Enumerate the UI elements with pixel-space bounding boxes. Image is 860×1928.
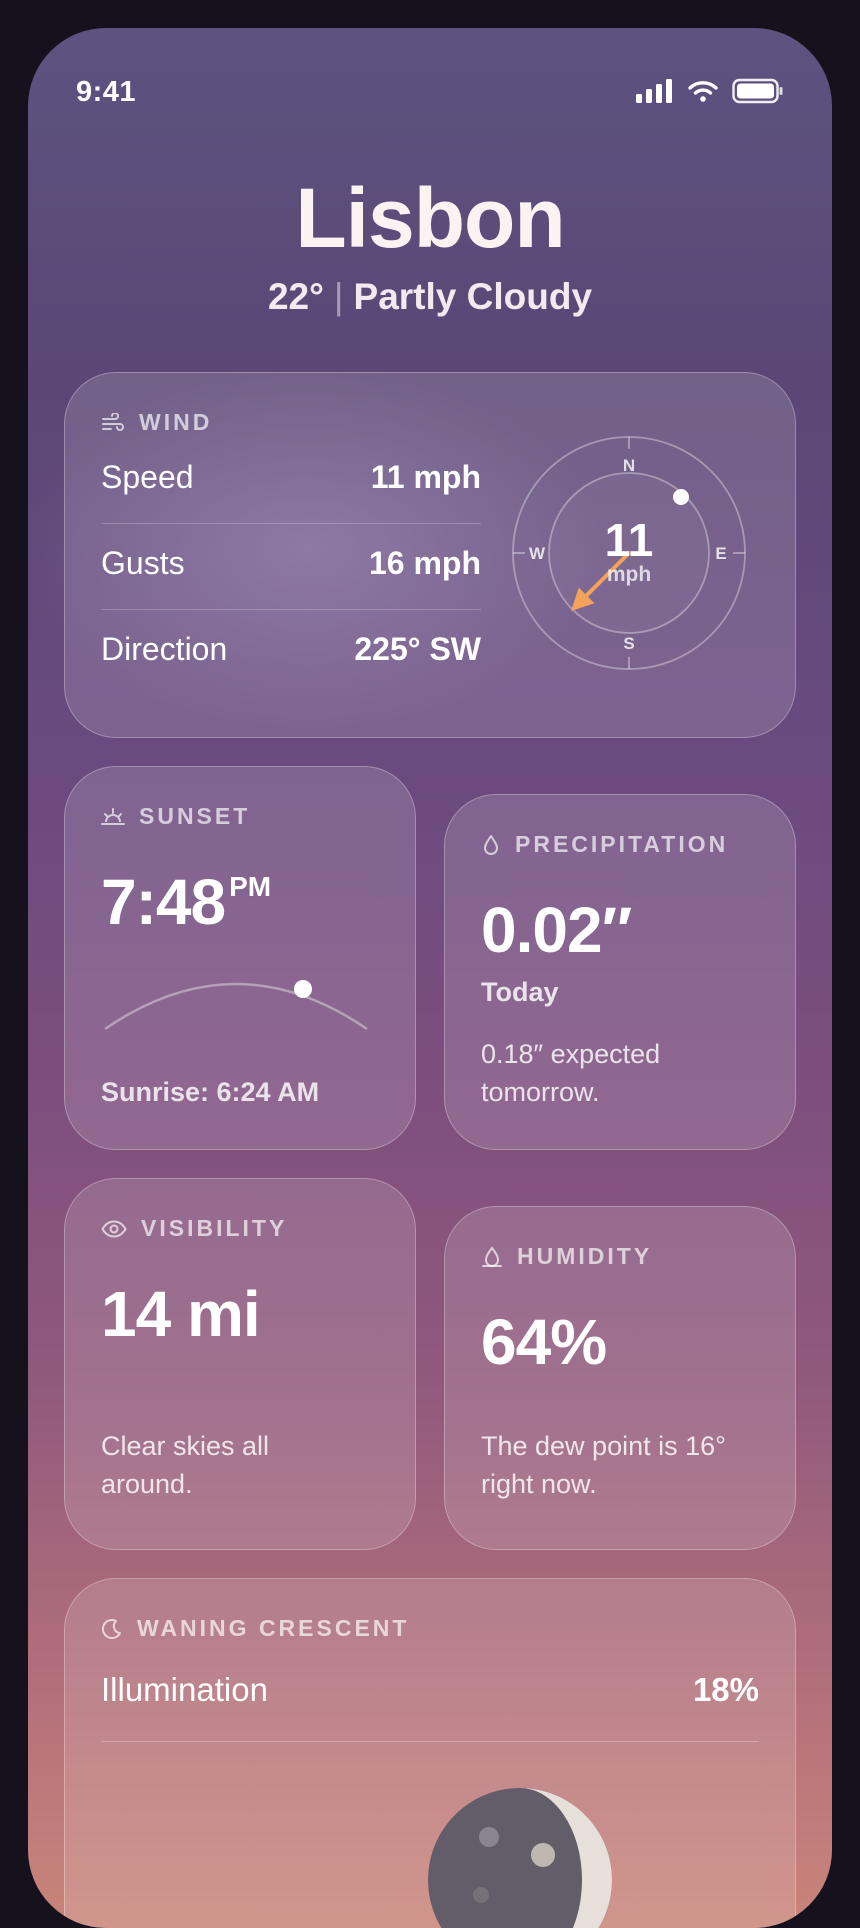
wind-direction-value: 225° SW: [354, 631, 481, 667]
humidity-card[interactable]: HUMIDITY 64% The dew point is 16° right …: [444, 1206, 796, 1550]
precipitation-card-header: PRECIPITATION: [481, 831, 728, 858]
eye-icon: [101, 1219, 127, 1238]
separator: |: [333, 276, 344, 317]
visibility-value: 14 mi: [101, 1278, 261, 1350]
status-bar: 9:41: [28, 28, 832, 148]
current-temperature: 22°: [267, 276, 324, 317]
moon-icon: [101, 1618, 121, 1639]
wind-row-gusts: Gusts 16 mph: [101, 523, 481, 610]
visibility-card[interactable]: VISIBILITY 14 mi Clear skies all around.: [64, 1178, 416, 1550]
sunset-title: SUNSET: [139, 803, 251, 829]
cellular-signal-icon: [636, 79, 672, 103]
wind-icon: [102, 412, 124, 431]
sunset-time-value: 7:48: [101, 866, 226, 938]
wind-title: WIND: [139, 409, 213, 435]
humidity-icon: [482, 1245, 502, 1267]
wifi-icon: [688, 81, 718, 102]
wind-row-direction: Direction 225° SW: [101, 609, 481, 695]
condition-text: Partly Cloudy: [353, 276, 593, 317]
compass-unit: mph: [606, 563, 652, 586]
wind-compass: N S E W 11 mph: [511, 435, 747, 671]
wind-gusts-value: 16 mph: [368, 545, 481, 581]
wind-speed-label: Speed: [101, 459, 194, 495]
humidity-value: 64%: [481, 1306, 607, 1378]
status-icons: [636, 78, 784, 104]
sunset-ampm: PM: [229, 871, 272, 902]
precipitation-title: PRECIPITATION: [515, 831, 729, 857]
wind-row-speed: Speed 11 mph: [101, 437, 481, 524]
precipitation-card[interactable]: PRECIPITATION 0.02″ Today 0.18″ expected…: [444, 794, 796, 1150]
sunset-card[interactable]: SUNSET 7:48 PM Sunrise: 6:24 AM: [64, 766, 416, 1150]
sun-path-arc: [104, 980, 368, 1031]
phone-screen: 9:41 Lisbon 22° | Partly Cloudy WIND Spe…: [28, 28, 832, 1928]
wind-gusts-label: Gusts: [101, 545, 185, 581]
wind-direction-label: Direction: [101, 631, 228, 667]
illumination-row: Illumination 18%: [101, 1651, 759, 1742]
sunset-time: 7:48 PM: [101, 865, 271, 939]
humidity-note: The dew point is 16° right now.: [481, 1431, 726, 1499]
compass-speed: 11: [604, 514, 654, 566]
compass-n: N: [623, 456, 635, 475]
sun-position-dot: [294, 980, 312, 998]
compass-s: S: [623, 634, 634, 653]
moon-card-header: WANING CRESCENT: [101, 1615, 409, 1642]
sunset-card-header: SUNSET: [101, 803, 250, 830]
moon-phase-graphic: [428, 1788, 612, 1928]
precipitation-forecast: 0.18″ expected tomorrow.: [481, 1039, 661, 1107]
precipitation-period: Today: [481, 977, 559, 1007]
visibility-note: Clear skies all around.: [101, 1431, 270, 1499]
humidity-title: HUMIDITY: [517, 1243, 653, 1269]
status-time: 9:41: [76, 76, 137, 108]
current-conditions: 22° | Partly Cloudy: [28, 276, 832, 318]
visibility-card-header: VISIBILITY: [101, 1215, 287, 1242]
humidity-card-header: HUMIDITY: [481, 1243, 652, 1270]
wind-card[interactable]: WIND Speed 11 mph Gusts 16 mph Direction…: [64, 372, 796, 738]
raindrop-icon: [484, 834, 498, 855]
sunset-icon: [101, 807, 125, 825]
sunrise-text: Sunrise: 6:24 AM: [101, 1077, 320, 1107]
precipitation-value: 0.02″: [481, 894, 632, 966]
battery-icon: [732, 78, 783, 104]
compass-marker-dot: [673, 489, 689, 505]
city-name: Lisbon: [295, 171, 565, 265]
moon-phase-card[interactable]: WANING CRESCENT Illumination 18%: [64, 1578, 796, 1928]
wind-card-header: WIND: [101, 409, 212, 436]
illumination-label: Illumination: [101, 1671, 268, 1708]
moon-phase-title: WANING CRESCENT: [137, 1615, 410, 1641]
wind-speed-value: 11 mph: [370, 459, 481, 495]
illumination-value: 18%: [692, 1671, 759, 1708]
visibility-title: VISIBILITY: [141, 1215, 288, 1241]
